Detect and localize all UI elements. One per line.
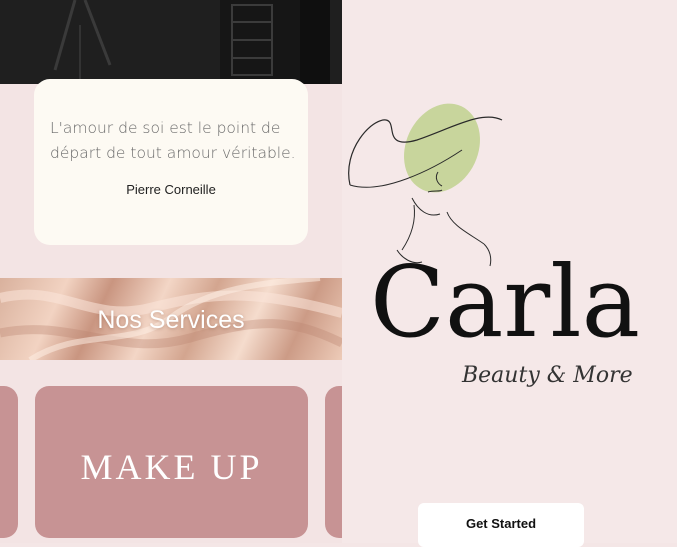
services-title: Nos Services <box>97 306 245 334</box>
quote-author: Pierre Corneille <box>126 182 216 197</box>
carla-logo: Carla Beauty & More <box>348 103 640 388</box>
service-card-next[interactable] <box>325 386 342 538</box>
welcome-screen: Carla Beauty & More Get Started <box>342 0 677 547</box>
service-card-makeup[interactable]: MAKE UP <box>35 386 308 538</box>
face-accent-shape <box>404 103 480 193</box>
services-banner: Nos Services <box>0 278 342 360</box>
brand-tagline: Beauty & More <box>461 363 633 388</box>
service-card-previous[interactable] <box>0 386 18 538</box>
quote-line-1: L'amour de soi est le point de <box>50 119 281 137</box>
home-screen: L'amour de soi est le point de départ de… <box>0 0 342 543</box>
service-card-label: MAKE UP <box>80 447 263 487</box>
quote-text: L'amour de soi est le point de départ de… <box>50 116 300 166</box>
salon-hero-image <box>0 0 342 84</box>
quote-line-2: départ de tout amour véritable. <box>50 144 296 162</box>
quote-card: L'amour de soi est le point de départ de… <box>34 79 308 245</box>
brand-name: Carla <box>370 246 640 360</box>
get-started-button[interactable]: Get Started <box>418 503 584 547</box>
